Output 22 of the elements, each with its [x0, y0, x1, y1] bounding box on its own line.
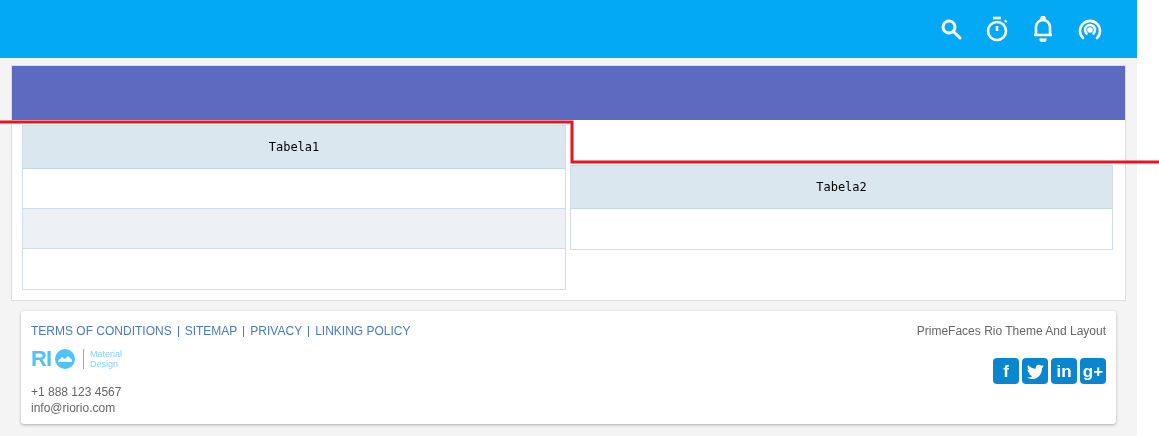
footer-link[interactable]: TERMS OF CONDITIONS [31, 322, 172, 340]
broadcast-icon[interactable] [1077, 17, 1103, 41]
email-address: info@riorio.com [31, 400, 117, 416]
logo-tagline: Material [90, 349, 122, 359]
twitter-button[interactable] [1022, 358, 1048, 384]
search-icon[interactable] [940, 18, 962, 40]
bird-icon [1026, 363, 1044, 379]
column-header: Tabela1 [268, 139, 320, 156]
google-plus-button[interactable]: g+ [1080, 358, 1106, 384]
logo-tagline: Design [90, 359, 119, 369]
stopwatch-icon[interactable] [985, 16, 1009, 42]
credit-text: PrimeFaces Rio Theme And Layout [916, 323, 1106, 340]
linkedin-button[interactable]: in [1051, 358, 1077, 384]
facebook-button[interactable]: f [993, 358, 1019, 384]
notification-bell-icon[interactable] [1032, 16, 1054, 42]
footer-link[interactable]: LINKING POLICY [315, 322, 411, 340]
footer-link[interactable]: SITEMAP [184, 322, 238, 340]
logo-text: RI [31, 348, 51, 370]
footer-link[interactable]: PRIVACY [250, 322, 303, 340]
column-header: Tabela2 [816, 179, 867, 196]
phone-number: +1 888 123 4567 [31, 384, 123, 400]
logo-mountain-icon [55, 349, 75, 369]
